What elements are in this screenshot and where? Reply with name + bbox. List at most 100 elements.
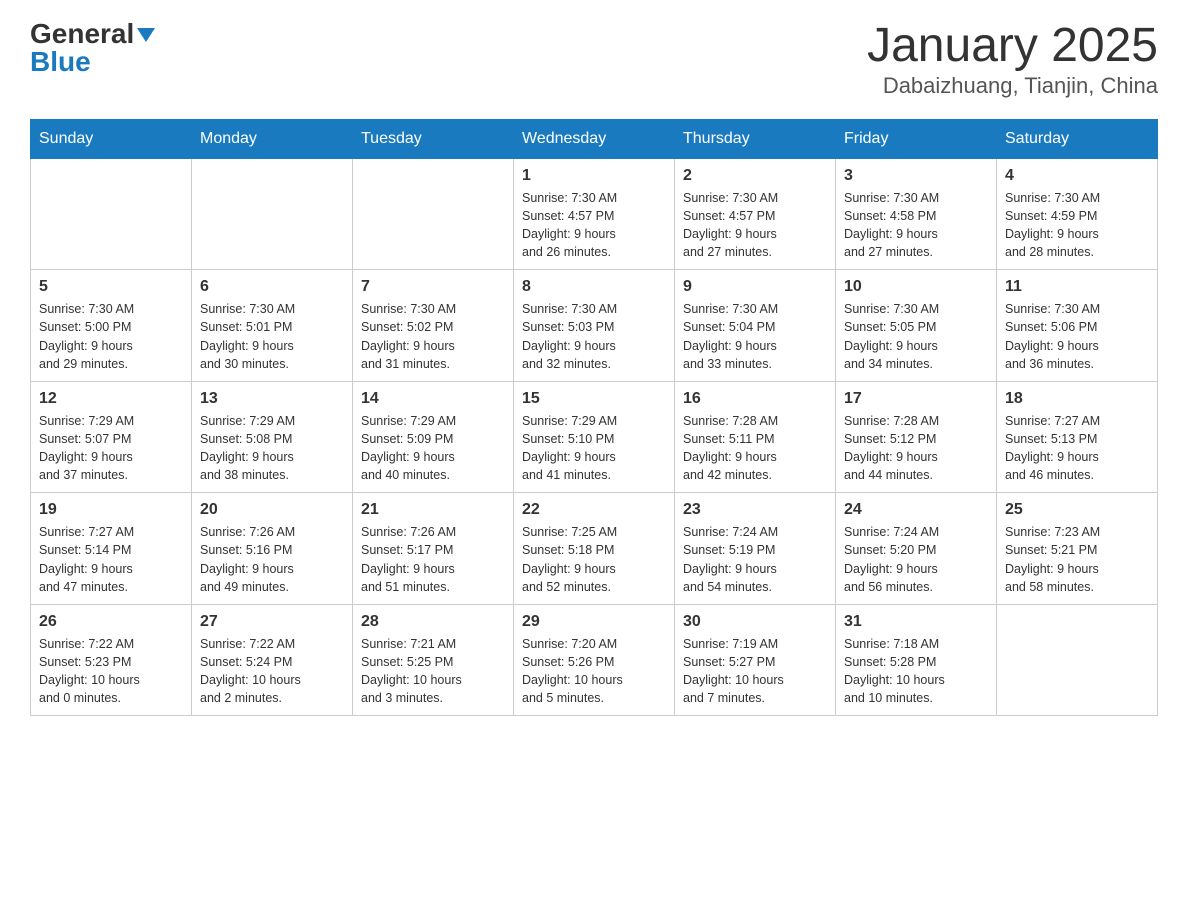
day-number: 8 [522,278,666,296]
day-number: 14 [361,390,505,408]
calendar-cell: 2Sunrise: 7:30 AMSunset: 4:57 PMDaylight… [675,158,836,270]
calendar-cell: 1Sunrise: 7:30 AMSunset: 4:57 PMDaylight… [514,158,675,270]
calendar-cell: 24 Sunrise: 7:24 AMSunset: 5:20 PMDayligh… [836,493,997,605]
day-info: Sunrise: 7:27 AMSunset: 5:13 PMDaylight:… [1005,412,1149,485]
day-info: Sunrise: 7:25 AMSunset: 5:18 PMDaylight:… [522,523,666,596]
calendar-day-header: Saturday [997,119,1158,158]
calendar-cell: 22 Sunrise: 7:25 AMSunset: 5:18 PMDayligh… [514,493,675,605]
logo-general-text: General [30,20,134,48]
day-number: 10 [844,278,988,296]
day-number: 15 [522,390,666,408]
calendar-week-row: 26 Sunrise: 7:22 AMSunset: 5:23 PMDayligh… [31,604,1158,716]
calendar-day-header: Wednesday [514,119,675,158]
calendar-day-header: Thursday [675,119,836,158]
calendar-cell: 26 Sunrise: 7:22 AMSunset: 5:23 PMDayligh… [31,604,192,716]
day-number: 6 [200,278,344,296]
day-info: Sunrise: 7:30 AMSunset: 5:02 PMDaylight:… [361,300,505,373]
logo-triangle-icon [137,28,155,42]
day-info: Sunrise: 7:29 AMSunset: 5:10 PMDaylight:… [522,412,666,485]
calendar-day-header: Monday [192,119,353,158]
calendar-week-row: 12 Sunrise: 7:29 AMSunset: 5:07 PMDayligh… [31,381,1158,493]
day-info: Sunrise: 7:28 AMSunset: 5:11 PMDaylight:… [683,412,827,485]
calendar-cell: 5 Sunrise: 7:30 AMSunset: 5:00 PMDaylight… [31,270,192,382]
day-number: 17 [844,390,988,408]
calendar-cell: 12 Sunrise: 7:29 AMSunset: 5:07 PMDayligh… [31,381,192,493]
calendar-cell: 28 Sunrise: 7:21 AMSunset: 5:25 PMDayligh… [353,604,514,716]
day-info: Sunrise: 7:30 AMSunset: 5:04 PMDaylight:… [683,300,827,373]
day-number: 11 [1005,278,1149,296]
day-number: 12 [39,390,183,408]
calendar-cell [353,158,514,270]
calendar-day-header: Sunday [31,119,192,158]
day-info: Sunrise: 7:29 AMSunset: 5:07 PMDaylight:… [39,412,183,485]
calendar-cell: 6 Sunrise: 7:30 AMSunset: 5:01 PMDaylight… [192,270,353,382]
day-info: Sunrise: 7:30 AMSunset: 4:57 PMDaylight:… [683,189,827,262]
calendar-cell: 27 Sunrise: 7:22 AMSunset: 5:24 PMDayligh… [192,604,353,716]
day-info: Sunrise: 7:24 AMSunset: 5:20 PMDaylight:… [844,523,988,596]
day-info: Sunrise: 7:30 AMSunset: 5:05 PMDaylight:… [844,300,988,373]
day-info: Sunrise: 7:19 AMSunset: 5:27 PMDaylight:… [683,635,827,708]
calendar-cell: 21 Sunrise: 7:26 AMSunset: 5:17 PMDayligh… [353,493,514,605]
day-number: 18 [1005,390,1149,408]
calendar-cell: 20Sunrise: 7:26 AMSunset: 5:16 PMDayligh… [192,493,353,605]
day-number: 22 [522,501,666,519]
day-info: Sunrise: 7:30 AMSunset: 5:06 PMDaylight:… [1005,300,1149,373]
day-info: Sunrise: 7:29 AMSunset: 5:09 PMDaylight:… [361,412,505,485]
page-header: General Blue January 2025 Dabaizhuang, T… [30,20,1158,99]
calendar-cell: 29 Sunrise: 7:20 AMSunset: 5:26 PMDayligh… [514,604,675,716]
calendar-cell: 10 Sunrise: 7:30 AMSunset: 5:05 PMDayligh… [836,270,997,382]
day-info: Sunrise: 7:30 AMSunset: 4:59 PMDaylight:… [1005,189,1149,262]
calendar-week-row: 1 Sunrise: 7:30 AMSunset: 4:57 PMDaylight… [31,158,1158,270]
day-info: Sunrise: 7:29 AMSunset: 5:08 PMDaylight:… [200,412,344,485]
day-info: Sunrise: 7:23 AMSunset: 5:21 PMDaylight:… [1005,523,1149,596]
day-info: Sunrise: 7:30 AMSunset: 5:03 PMDaylight:… [522,300,666,373]
day-number: 4 [1005,167,1149,185]
day-number: 1 [522,167,666,185]
day-number: 31 [844,613,988,631]
calendar-cell [192,158,353,270]
day-number: 16 [683,390,827,408]
day-info: Sunrise: 7:22 AMSunset: 5:23 PMDaylight:… [39,635,183,708]
day-number: 24 [844,501,988,519]
calendar-cell: 18 Sunrise: 7:27 AMSunset: 5:13 PMDayligh… [997,381,1158,493]
page-subtitle: Dabaizhuang, Tianjin, China [867,73,1158,99]
calendar-cell [31,158,192,270]
calendar-cell: 30 Sunrise: 7:19 AMSunset: 5:27 PMDayligh… [675,604,836,716]
day-number: 20 [200,501,344,519]
day-info: Sunrise: 7:21 AMSunset: 5:25 PMDaylight:… [361,635,505,708]
day-number: 27 [200,613,344,631]
calendar-cell: 9 Sunrise: 7:30 AMSunset: 5:04 PMDaylight… [675,270,836,382]
day-number: 28 [361,613,505,631]
calendar-cell: 19Sunrise: 7:27 AMSunset: 5:14 PMDayligh… [31,493,192,605]
day-number: 26 [39,613,183,631]
calendar-cell: 4 Sunrise: 7:30 AMSunset: 4:59 PMDaylight… [997,158,1158,270]
calendar-week-row: 19Sunrise: 7:27 AMSunset: 5:14 PMDayligh… [31,493,1158,605]
calendar-day-header: Tuesday [353,119,514,158]
day-number: 21 [361,501,505,519]
calendar-cell: 11 Sunrise: 7:30 AMSunset: 5:06 PMDayligh… [997,270,1158,382]
day-info: Sunrise: 7:26 AMSunset: 5:17 PMDaylight:… [361,523,505,596]
calendar-table: SundayMondayTuesdayWednesdayThursdayFrid… [30,119,1158,717]
day-info: Sunrise: 7:28 AMSunset: 5:12 PMDaylight:… [844,412,988,485]
calendar-cell: 23 Sunrise: 7:24 AMSunset: 5:19 PMDayligh… [675,493,836,605]
calendar-cell: 7Sunrise: 7:30 AMSunset: 5:02 PMDaylight… [353,270,514,382]
day-number: 13 [200,390,344,408]
day-info: Sunrise: 7:20 AMSunset: 5:26 PMDaylight:… [522,635,666,708]
calendar-cell: 17 Sunrise: 7:28 AMSunset: 5:12 PMDayligh… [836,381,997,493]
calendar-cell [997,604,1158,716]
day-info: Sunrise: 7:30 AMSunset: 5:01 PMDaylight:… [200,300,344,373]
day-info: Sunrise: 7:18 AMSunset: 5:28 PMDaylight:… [844,635,988,708]
day-info: Sunrise: 7:22 AMSunset: 5:24 PMDaylight:… [200,635,344,708]
day-number: 30 [683,613,827,631]
day-number: 25 [1005,501,1149,519]
day-number: 29 [522,613,666,631]
calendar-day-header: Friday [836,119,997,158]
day-info: Sunrise: 7:24 AMSunset: 5:19 PMDaylight:… [683,523,827,596]
day-number: 5 [39,278,183,296]
day-number: 23 [683,501,827,519]
day-info: Sunrise: 7:30 AMSunset: 5:00 PMDaylight:… [39,300,183,373]
calendar-cell: 13 Sunrise: 7:29 AMSunset: 5:08 PMDayligh… [192,381,353,493]
day-number: 9 [683,278,827,296]
calendar-cell: 3Sunrise: 7:30 AMSunset: 4:58 PMDaylight… [836,158,997,270]
calendar-cell: 16 Sunrise: 7:28 AMSunset: 5:11 PMDayligh… [675,381,836,493]
